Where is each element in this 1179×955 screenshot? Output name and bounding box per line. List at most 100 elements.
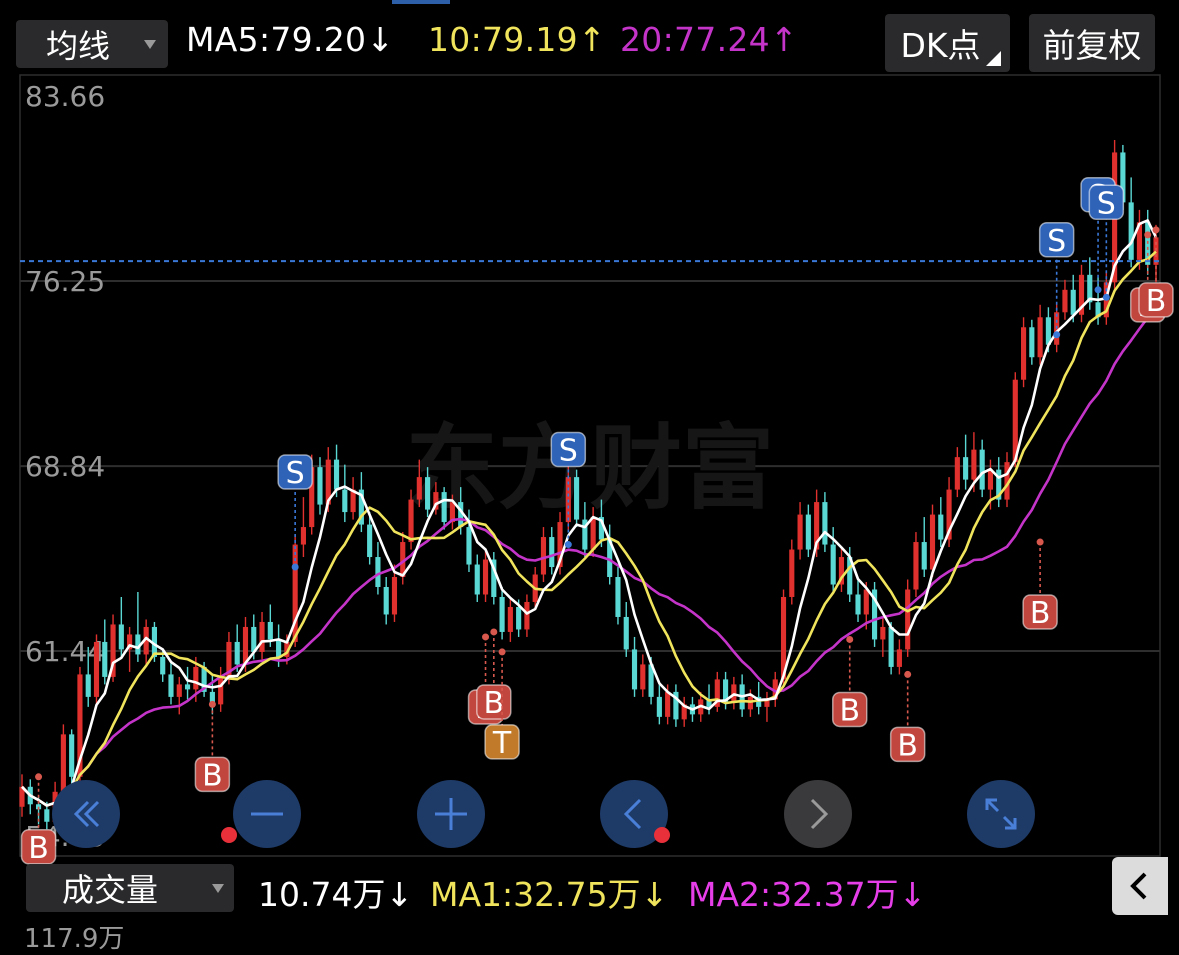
signal-label: B bbox=[897, 728, 918, 763]
candle-body bbox=[300, 527, 306, 545]
signal-anchor-dot bbox=[846, 635, 854, 643]
candle-body bbox=[259, 621, 265, 652]
volume-max-label: 117.9万 bbox=[24, 924, 125, 954]
candle-body bbox=[482, 559, 489, 595]
candle-body bbox=[805, 514, 811, 550]
candle-body bbox=[921, 542, 927, 570]
candle-body bbox=[1062, 289, 1068, 313]
candle-body bbox=[590, 517, 596, 550]
candle-body bbox=[44, 809, 50, 822]
candle-body bbox=[880, 626, 886, 640]
volume-ma1-readout: MA1:32.75万↓ bbox=[430, 875, 669, 914]
signal-anchor-dot bbox=[1102, 293, 1110, 301]
candle-body bbox=[954, 457, 960, 490]
y-tick-label: 61.44 bbox=[25, 635, 105, 668]
candle-body bbox=[466, 527, 472, 565]
notification-dot bbox=[654, 827, 670, 843]
candle-body bbox=[160, 656, 166, 675]
candle-body bbox=[1128, 202, 1134, 260]
chevron-right-icon bbox=[810, 798, 829, 830]
candle-body bbox=[317, 467, 323, 505]
candle-body bbox=[507, 606, 513, 632]
signal-label: S bbox=[1097, 186, 1116, 221]
ma10-line bbox=[21, 250, 1157, 807]
candle-body bbox=[1037, 317, 1043, 358]
candle-body bbox=[1020, 327, 1027, 380]
zoom-in-button[interactable] bbox=[417, 780, 485, 848]
signal-anchor-dot bbox=[291, 563, 299, 571]
candle-body bbox=[234, 641, 240, 665]
candle-body bbox=[1070, 289, 1076, 315]
fullscreen-button[interactable] bbox=[967, 780, 1035, 848]
zoom-out-button[interactable] bbox=[233, 780, 301, 848]
candle-body bbox=[276, 639, 282, 657]
candle-body bbox=[375, 557, 381, 588]
scroll-right-button[interactable] bbox=[784, 780, 852, 848]
signal-anchor-dot bbox=[1036, 538, 1044, 546]
candle-body bbox=[1029, 327, 1035, 358]
candle-body bbox=[913, 542, 919, 590]
candle-body bbox=[441, 492, 447, 523]
candle-body bbox=[474, 564, 480, 595]
signal-anchor-dot bbox=[35, 773, 43, 781]
signal-anchor-dot bbox=[564, 541, 572, 549]
candle-body bbox=[971, 449, 977, 480]
candle-body bbox=[425, 477, 431, 510]
candle-body bbox=[176, 684, 182, 697]
chevron-left-icon bbox=[1130, 872, 1147, 900]
candle-body bbox=[93, 641, 100, 697]
candle-body bbox=[665, 691, 671, 717]
candle-body bbox=[383, 587, 389, 615]
candle-body bbox=[342, 489, 348, 513]
scroll-left-far-button[interactable] bbox=[52, 780, 120, 848]
candle-body bbox=[102, 641, 108, 677]
signal-label: S bbox=[559, 434, 578, 469]
candle-body bbox=[747, 696, 753, 710]
signal-anchor-dot bbox=[1144, 231, 1152, 239]
candle-body bbox=[855, 594, 861, 615]
signal-anchor-dot bbox=[482, 633, 490, 641]
plus-icon bbox=[435, 798, 467, 830]
double-chevron-left-icon bbox=[73, 800, 100, 828]
candle-body bbox=[193, 666, 199, 690]
candle-body bbox=[888, 626, 894, 667]
collapse-panel-button[interactable] bbox=[1112, 857, 1168, 915]
volume-indicator-label: 成交量 bbox=[62, 871, 159, 909]
signal-anchor-dot bbox=[1094, 286, 1102, 294]
candle-body bbox=[963, 457, 969, 480]
y-tick-label: 83.66 bbox=[25, 80, 105, 113]
candle-body bbox=[218, 676, 224, 705]
candle-body bbox=[640, 664, 646, 690]
candle-body bbox=[822, 502, 828, 545]
signal-label: S bbox=[1047, 224, 1066, 259]
signal-anchor-dot bbox=[904, 670, 912, 678]
candle-body bbox=[524, 601, 530, 630]
candle-body bbox=[549, 537, 555, 568]
signal-anchor-dot bbox=[208, 700, 216, 708]
signal-label: B bbox=[839, 693, 860, 728]
signal-anchor-dot bbox=[1152, 226, 1160, 234]
volume-current-readout: 10.74万↓ bbox=[258, 875, 414, 914]
candle-body bbox=[367, 524, 373, 558]
signal-anchor-dot bbox=[490, 628, 498, 636]
candle-body bbox=[60, 734, 66, 792]
volume-indicator-select[interactable]: 成交量 bbox=[26, 864, 234, 912]
candle-body bbox=[408, 499, 414, 543]
candle-body bbox=[938, 514, 944, 540]
signal-label: B bbox=[1146, 284, 1167, 319]
candle-body bbox=[184, 684, 191, 690]
candle-body bbox=[797, 514, 803, 550]
candle-body bbox=[830, 544, 836, 585]
y-tick-label: 68.84 bbox=[25, 450, 105, 483]
candle-body bbox=[499, 596, 505, 632]
candle-body bbox=[391, 577, 398, 615]
signal-label: S bbox=[286, 456, 305, 491]
signal-anchor-dot bbox=[1053, 331, 1061, 339]
signal-label: B bbox=[484, 686, 505, 721]
candle-body bbox=[118, 624, 124, 650]
candle-body bbox=[333, 459, 340, 490]
candle-body bbox=[905, 589, 911, 650]
candle-body bbox=[69, 734, 75, 777]
candle-body bbox=[416, 477, 422, 500]
candle-body bbox=[516, 606, 522, 630]
